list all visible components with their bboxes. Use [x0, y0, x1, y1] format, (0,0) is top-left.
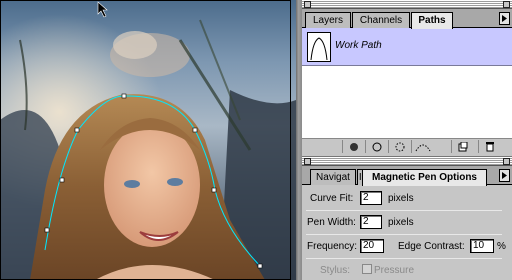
close-box-icon[interactable] — [304, 1, 311, 8]
options-palette-titlebar[interactable] — [302, 157, 512, 166]
options-palette: Navigat In Magnetic Pen Options Curve Fi… — [302, 156, 512, 280]
close-box-icon[interactable] — [304, 158, 311, 165]
tab-layers[interactable]: Layers — [305, 12, 351, 28]
curve-fit-label: Curve Fit: — [310, 193, 354, 204]
palette-menu-arrow-icon[interactable] — [499, 169, 510, 182]
edge-contrast-label: Edge Contrast: — [398, 241, 465, 252]
path-thumbnail — [307, 32, 331, 62]
paths-palette: Layers Channels Paths Work Path — [302, 0, 512, 156]
zoom-box-icon[interactable] — [503, 158, 510, 165]
pen-width-row: Pen Width: 2 pixels — [302, 213, 502, 233]
frequency-row: Frequency: 20 Edge Contrast: 10 % — [302, 237, 512, 257]
pen-width-unit: pixels — [388, 217, 414, 228]
tab-paths[interactable]: Paths — [411, 12, 453, 29]
stylus-label: Stylus: — [320, 265, 351, 276]
frequency-label: Frequency: — [307, 241, 358, 252]
load-selection-icon[interactable] — [388, 140, 410, 153]
tab-navigator[interactable]: Navigat — [310, 169, 356, 185]
curve-fit-unit: pixels — [388, 193, 414, 204]
delete-path-icon[interactable] — [478, 140, 500, 153]
new-path-icon[interactable] — [451, 140, 473, 153]
path-name: Work Path — [335, 40, 382, 51]
edge-contrast-unit: % — [497, 241, 506, 252]
paths-palette-titlebar[interactable] — [302, 0, 512, 9]
list-item-work-path[interactable]: Work Path — [302, 28, 512, 66]
image-canvas[interactable] — [0, 0, 296, 280]
curve-fit-field[interactable]: 2 — [360, 191, 382, 205]
palette-menu-arrow-icon[interactable] — [499, 12, 510, 25]
curve-fit-row: Curve Fit: 2 pixels — [302, 189, 502, 209]
stylus-row: Stylus: Pressure — [302, 261, 502, 280]
photo-portrait — [0, 0, 296, 280]
frequency-field[interactable]: 20 — [360, 239, 384, 253]
tab-channels[interactable]: Channels — [352, 12, 410, 28]
make-work-path-icon[interactable] — [411, 140, 433, 153]
divider — [306, 258, 502, 259]
divider — [306, 234, 502, 235]
paths-tabrow: Layers Channels Paths — [302, 9, 512, 29]
paths-toolbar — [302, 138, 512, 154]
paths-list-empty-area — [302, 66, 512, 138]
options-tabrow: Navigat In Magnetic Pen Options — [302, 166, 512, 186]
divider — [306, 210, 502, 211]
fill-path-icon[interactable] — [342, 140, 364, 153]
tab-magnetic-pen-options[interactable]: Magnetic Pen Options — [362, 169, 487, 186]
pressure-checkbox[interactable] — [362, 264, 372, 274]
pen-width-label: Pen Width: — [307, 217, 356, 228]
edge-contrast-field[interactable]: 10 — [470, 239, 494, 253]
pressure-label: Pressure — [374, 265, 415, 276]
stroke-path-icon[interactable] — [365, 140, 387, 153]
zoom-box-icon[interactable] — [503, 1, 510, 8]
pen-width-field[interactable]: 2 — [360, 215, 382, 229]
